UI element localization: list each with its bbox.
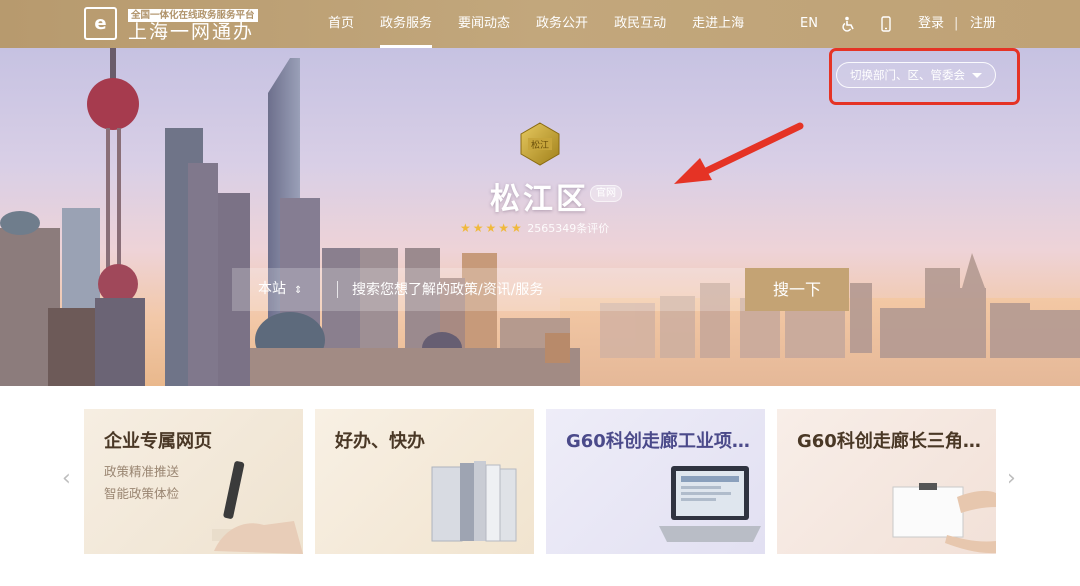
accessibility-icon[interactable] <box>841 0 855 48</box>
card-title: 企业专属网页 <box>104 431 212 452</box>
card-subtitle: 智能政策体检 <box>104 486 180 501</box>
card-g60-yangtze[interactable]: G60科创走廊长三角… <box>777 409 996 554</box>
login-link[interactable]: 登录 <box>918 0 944 48</box>
mobile-icon[interactable] <box>881 0 891 48</box>
register-link[interactable]: 注册 <box>970 0 996 48</box>
search-input[interactable] <box>352 268 732 311</box>
caret-down-icon <box>972 73 982 78</box>
search-scope-select[interactable]: 本站 ⇕ <box>258 268 302 312</box>
header-separator: | <box>954 16 959 31</box>
department-switch-label: 切换部门、区、管委会 <box>850 68 965 82</box>
chevron-right-icon[interactable]: › <box>1007 466 1016 491</box>
card-subtitle: 政策精准推送 <box>104 464 180 479</box>
folders-icon <box>431 461 517 542</box>
search-scope-label: 本站 <box>258 281 286 297</box>
logo-title: 上海一网通办 <box>128 21 255 43</box>
department-switch-dropdown[interactable]: 切换部门、区、管委会 <box>836 62 996 88</box>
card-title: G60科创走廊长三角… <box>797 431 981 452</box>
annotation-arrow-icon <box>674 122 804 184</box>
search-button[interactable]: 搜一下 <box>745 268 849 311</box>
nav-about-shanghai[interactable]: 走进上海 <box>692 0 744 48</box>
sort-updown-icon: ⇕ <box>294 285 303 296</box>
main-nav: 首页 政务服务 要闻动态 政务公开 政民互动 走进上海 <box>328 0 770 48</box>
site-logo[interactable]: e 全国一体化在线政务服务平台 上海一网通办 <box>84 7 266 43</box>
card-g60-industrial[interactable]: G60科创走廊工业项… <box>546 409 765 554</box>
emblem-icon: 松江 <box>518 122 562 166</box>
nav-home[interactable]: 首页 <box>328 0 354 48</box>
chevron-left-icon[interactable]: ‹ <box>62 466 71 491</box>
emblem-text: 松江 <box>531 139 549 151</box>
card-title: G60科创走廊工业项… <box>566 431 750 452</box>
top-header: e 全国一体化在线政务服务平台 上海一网通办 首页 政务服务 要闻动态 政务公开… <box>0 0 1080 48</box>
card-enterprise-page[interactable]: 企业专属网页 政策精准推送 智能政策体检 <box>84 409 303 554</box>
search-divider <box>337 281 338 298</box>
service-cards: 企业专属网页 政策精准推送 智能政策体检 好办、快办 G60科创走廊工业项… G… <box>84 409 996 554</box>
nav-interaction[interactable]: 政民互动 <box>614 0 666 48</box>
card-title: 好办、快办 <box>335 431 425 452</box>
official-badge: 官网 <box>590 185 622 202</box>
district-title: 松江区 <box>490 182 589 217</box>
pen-writing-icon <box>212 461 303 554</box>
card-easy-fast[interactable]: 好办、快办 <box>315 409 534 554</box>
hero-banner: 切换部门、区、管委会 松江 松江区 官网 ★★★★★ 2565349条评价 本站… <box>0 48 1080 386</box>
clipboard-icon <box>892 483 996 554</box>
nav-gov-affairs-open[interactable]: 政务公开 <box>536 0 588 48</box>
review-count: 2565349条评价 <box>527 222 610 235</box>
search-bar: 本站 ⇕ 搜一下 <box>232 268 849 311</box>
language-toggle[interactable]: EN <box>800 0 818 48</box>
rating-stars: ★★★★★ <box>460 221 524 235</box>
nav-gov-services[interactable]: 政务服务 <box>380 0 433 48</box>
logo-icon: e <box>84 7 117 40</box>
rating: ★★★★★ 2565349条评价 <box>460 220 609 236</box>
nav-news[interactable]: 要闻动态 <box>458 0 510 48</box>
laptop-icon <box>659 466 761 542</box>
